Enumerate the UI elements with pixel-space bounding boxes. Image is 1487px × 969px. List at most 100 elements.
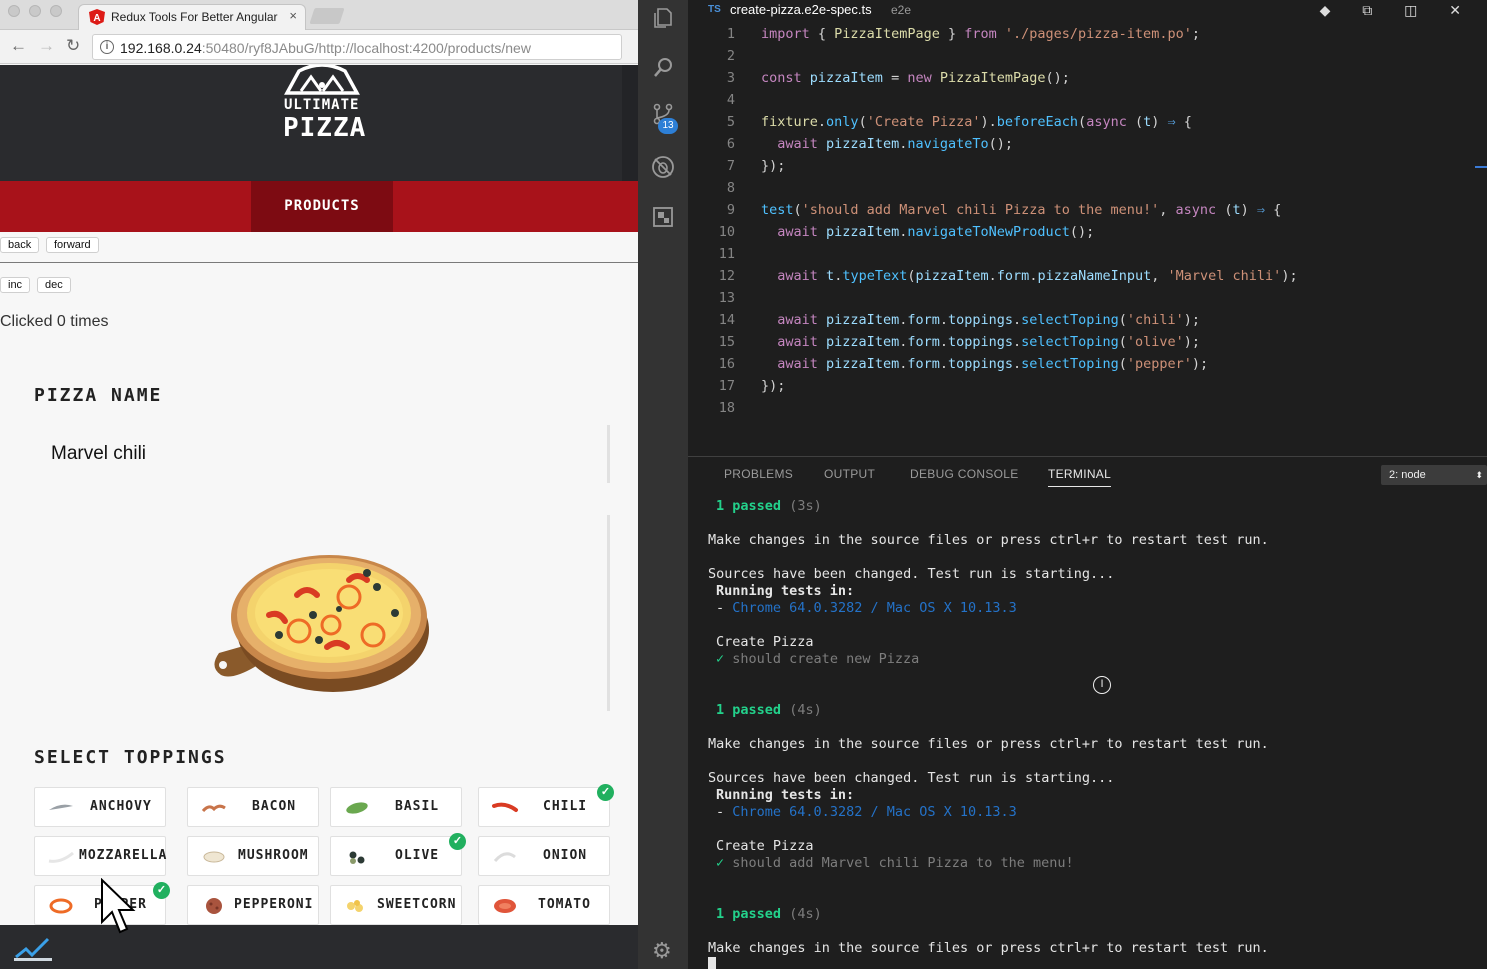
info-icon[interactable]: i [100,40,114,54]
scm-badge: 13 [658,118,678,134]
terminal-select[interactable]: 2: node ⬍ [1381,465,1487,485]
url-host: 192.168.0.24 [120,40,202,56]
back-button[interactable]: back [0,237,40,253]
back-arrow-icon[interactable]: ← [10,36,27,56]
settings-gear-icon[interactable]: ⚙ [652,938,672,964]
terminal-line: Running tests in: [716,787,855,803]
mushroom-icon [203,851,225,863]
terminal-line: Make changes in the source files or pres… [708,736,1269,752]
terminal-line: ✓ should create new Pizza [716,651,920,667]
code-line: 11 [718,246,735,262]
new-tab-button[interactable] [309,8,345,24]
search-icon[interactable] [651,55,675,79]
code-line: 2 [726,48,735,64]
tab-close-icon[interactable]: × [289,8,297,23]
pizza-name-heading: PIZZA NAME [34,385,163,406]
minimize-window-button[interactable] [29,5,41,17]
topping-onion[interactable]: ONION [478,836,610,876]
explorer-icon[interactable] [651,6,675,30]
site-header: ULTIMATE PIZZA [0,65,638,181]
browser-toolbar: ← → ↻ i 192.168.0.24:50480/ryf8JAbuG/htt… [0,30,638,64]
mouse-cursor-icon [101,878,136,934]
editor-title-row: TS create-pizza.e2e-spec.ts e2e ◆ ⧉ ◫ ✕ [688,0,1487,22]
divider [0,262,638,263]
forward-button[interactable]: forward [46,237,99,253]
tab-output[interactable]: OUTPUT [824,467,875,481]
pizza-name-value: Marvel chili [51,443,147,464]
topping-olive[interactable]: OLIVE ✓ [330,833,466,876]
topping-label: CHILI [543,799,588,814]
code-line: 17}); [718,378,786,394]
nav-products[interactable]: PRODUCTS [251,181,393,232]
code-line: 10 await pizzaItem.navigateToNewProduct(… [718,224,1095,240]
code-line: 12 await t.typeText(pizzaItem.form.pizza… [718,268,1298,284]
terminal-line: Create Pizza [716,838,814,854]
topping-mushroom[interactable]: MUSHROOM [187,836,319,876]
os-dock [0,925,638,969]
mozzarella-icon [48,851,74,863]
pepper-icon [49,898,73,914]
sweetcorn-icon [347,900,363,912]
file-name[interactable]: create-pizza.e2e-spec.ts [730,2,872,17]
pizza-illustration [214,555,429,692]
svg-text:A: A [93,13,100,24]
topping-bacon[interactable]: BACON [187,787,319,827]
extensions-icon[interactable] [651,205,675,229]
olive-icon [349,851,365,864]
topping-chili[interactable]: CHILI ✓ [478,784,614,827]
zoom-window-button[interactable] [50,5,62,17]
pizza-name-input[interactable]: Marvel chili [34,425,610,483]
topping-basil[interactable]: BASIL [330,787,462,827]
code-line: 13 [718,290,735,306]
click-counter-text: Clicked 0 times [0,313,109,330]
tab-problems[interactable]: PROBLEMS [724,467,793,481]
topping-label: TOMATO [538,897,591,912]
topping-sweetcorn[interactable]: SWEETCORN [330,885,462,925]
inc-button[interactable]: inc [0,277,31,293]
code-line: 4 [726,92,735,108]
topping-label: ANCHOVY [90,799,152,814]
code-editor[interactable]: TS create-pizza.e2e-spec.ts e2e ◆ ⧉ ◫ ✕ … [688,0,1487,455]
address-bar[interactable]: i 192.168.0.24:50480/ryf8JAbuG/http://lo… [92,34,622,60]
bottom-panel: PROBLEMS OUTPUT DEBUG CONSOLE TERMINAL 2… [688,456,1487,969]
topping-pepperoni[interactable]: PEPPERONI [187,885,319,925]
topping-label: MUSHROOM [238,848,309,863]
typescript-icon: TS [708,4,721,15]
code-line: 6 await pizzaItem.navigateTo(); [726,136,1014,152]
terminal-line: ✓ should add Marvel chili Pizza to the m… [716,855,1074,871]
selected-check-icon: ✓ [597,784,614,801]
topping-anchovy[interactable]: ANCHOVY [34,787,166,827]
topping-tomato[interactable]: TOMATO [478,885,610,925]
terminal-select-value: 2: node [1389,469,1426,481]
browser-tab[interactable]: A Redux Tools For Better Angular × [78,4,306,30]
code-line: 5 fixture.only('Create Pizza').beforeEach… [726,114,1192,130]
terminal-line: - Chrome 64.0.3282 / Mac OS X 10.13.3 [716,804,1017,820]
minimap-indicator [1475,166,1487,168]
code-line: 1 import { PizzaItemPage } from './pages/… [726,26,1200,42]
browser-window: A Redux Tools For Better Angular × ← → ↻… [0,0,638,969]
site-nav: PRODUCTS [0,181,638,232]
reload-icon[interactable]: ↻ [66,36,80,56]
terminal-line: 1 passed (3s) [716,498,822,514]
terminal-line: Create Pizza [716,634,814,650]
anchovy-icon [49,804,73,810]
code-line: 9 test('should add Marvel chili Pizza to … [726,202,1282,218]
terminal-line: 1 passed (4s) [716,906,822,922]
app-dock-icon[interactable] [12,933,56,963]
terminal-line: Running tests in: [716,583,855,599]
tab-debug-console[interactable]: DEBUG CONSOLE [910,467,1019,481]
url-path: :50480/ryf8JAbuG/http://localhost:4200/p… [201,40,531,56]
tomato-icon [494,899,516,913]
dec-button[interactable]: dec [37,277,71,293]
tab-terminal[interactable]: TERMINAL [1048,467,1112,487]
editor-actions[interactable]: ◆ ⧉ ◫ ✕ [1320,2,1475,19]
forward-arrow-icon[interactable]: → [38,36,55,56]
code-line: 3 const pizzaItem = new PizzaItemPage(); [726,70,1070,86]
terminal-line: Make changes in the source files or pres… [708,940,1269,956]
debug-icon[interactable] [651,155,675,179]
logo-text-pizza: PIZZA [283,113,367,143]
close-window-button[interactable] [8,5,20,17]
topping-mozzarella[interactable]: MOZZARELLA [34,836,166,876]
chili-icon [492,802,518,812]
pepperoni-icon [206,898,222,914]
